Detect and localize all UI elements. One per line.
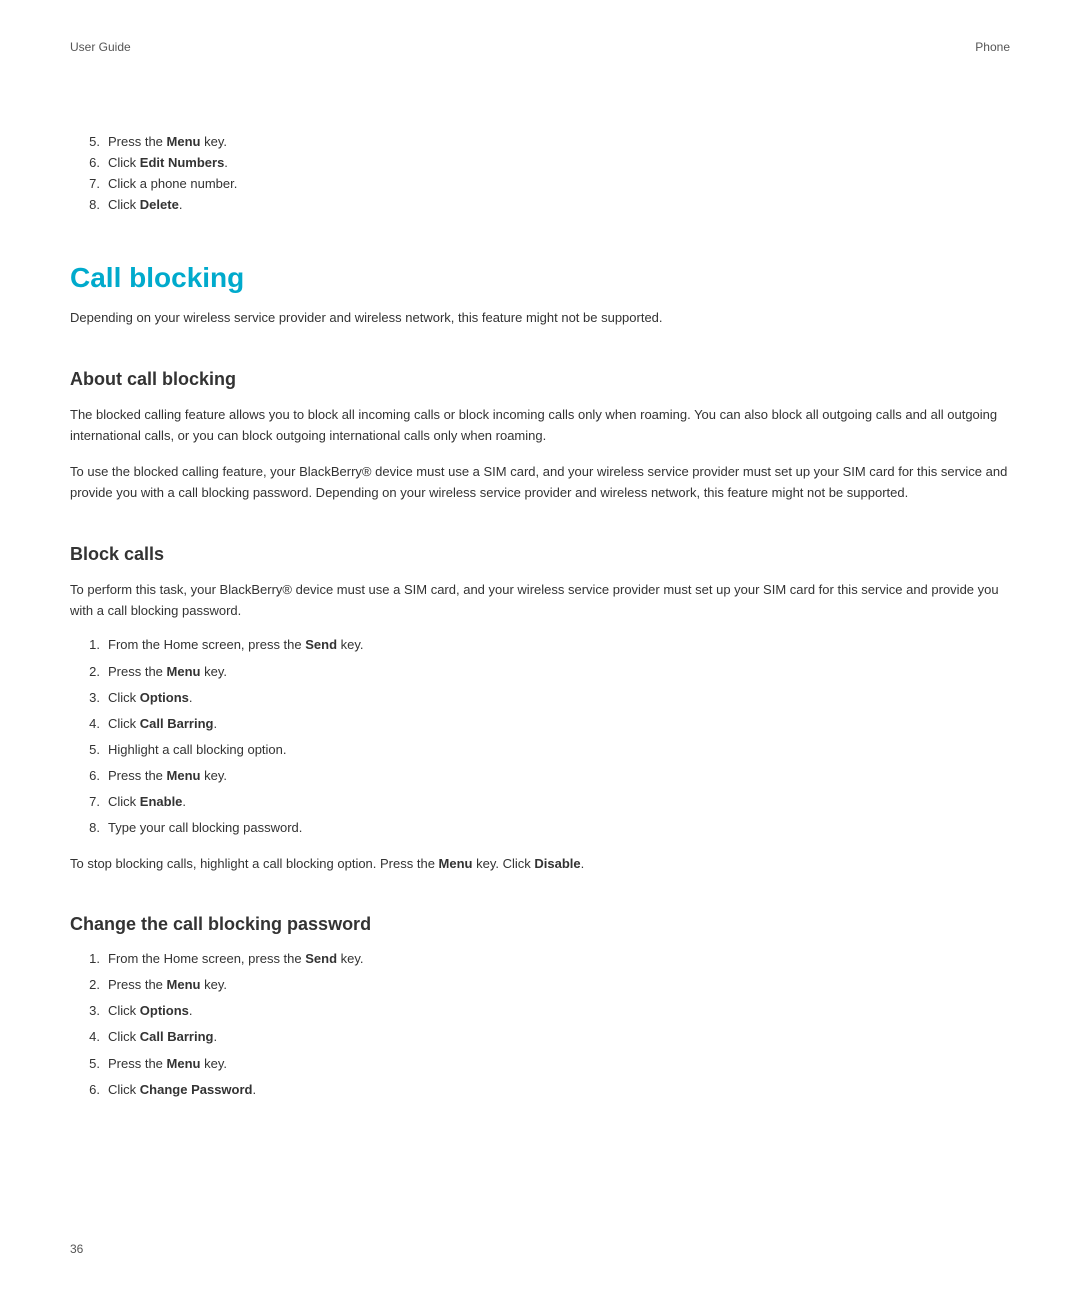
- step-number: 3.: [70, 1001, 100, 1021]
- step-number: 5.: [70, 134, 100, 149]
- subsection-title: About call blocking: [70, 369, 1010, 390]
- sections-container: About call blocking The blocked calling f…: [70, 369, 1010, 1100]
- footer-page-number: 36: [70, 1242, 83, 1256]
- step-number: 2.: [70, 662, 100, 682]
- step-item: 6. Click Change Password.: [70, 1080, 1010, 1100]
- header-right-label: Phone: [975, 40, 1010, 54]
- step-content: Click Edit Numbers.: [108, 155, 228, 170]
- step-content: Click Options.: [108, 688, 1010, 708]
- intro-step-item: 8. Click Delete.: [70, 197, 1010, 212]
- step-number: 7.: [70, 792, 100, 812]
- step-item: 2. Press the Menu key.: [70, 975, 1010, 995]
- section-block-calls: Block calls To perform this task, your Bl…: [70, 544, 1010, 874]
- step-item: 1. From the Home screen, press the Send k…: [70, 949, 1010, 969]
- step-content: From the Home screen, press the Send key…: [108, 635, 1010, 655]
- step-content: Click Options.: [108, 1001, 1010, 1021]
- step-number: 4.: [70, 714, 100, 734]
- step-item: 7. Click Enable.: [70, 792, 1010, 812]
- section-note: To stop blocking calls, highlight a call…: [70, 853, 1010, 874]
- step-number: 2.: [70, 975, 100, 995]
- step-number: 5.: [70, 740, 100, 760]
- step-number: 4.: [70, 1027, 100, 1047]
- main-subtitle: Depending on your wireless service provi…: [70, 308, 1010, 329]
- step-content: Type your call blocking password.: [108, 818, 1010, 838]
- step-content: Press the Menu key.: [108, 766, 1010, 786]
- subsection-title: Block calls: [70, 544, 1010, 565]
- step-number: 6.: [70, 155, 100, 170]
- body-paragraph: To use the blocked calling feature, your…: [70, 461, 1010, 504]
- step-number: 1.: [70, 635, 100, 655]
- step-number: 6.: [70, 766, 100, 786]
- step-content: Click Change Password.: [108, 1080, 1010, 1100]
- page: User Guide Phone 5.Press the Menu key.6.…: [0, 0, 1080, 1296]
- body-paragraph: The blocked calling feature allows you t…: [70, 404, 1010, 447]
- step-number: 1.: [70, 949, 100, 969]
- step-item: 4. Click Call Barring.: [70, 714, 1010, 734]
- header-left-label: User Guide: [70, 40, 131, 54]
- body-paragraph: To perform this task, your BlackBerry® d…: [70, 579, 1010, 622]
- step-item: 5. Press the Menu key.: [70, 1054, 1010, 1074]
- step-content: Click Enable.: [108, 792, 1010, 812]
- step-item: 3. Click Options.: [70, 1001, 1010, 1021]
- step-item: 5. Highlight a call blocking option.: [70, 740, 1010, 760]
- step-content: Click a phone number.: [108, 176, 237, 191]
- steps-list: 1. From the Home screen, press the Send k…: [70, 635, 1010, 838]
- step-item: 1. From the Home screen, press the Send k…: [70, 635, 1010, 655]
- step-content: Click Call Barring.: [108, 1027, 1010, 1047]
- subsection-title: Change the call blocking password: [70, 914, 1010, 935]
- step-item: 2. Press the Menu key.: [70, 662, 1010, 682]
- step-number: 3.: [70, 688, 100, 708]
- step-number: 8.: [70, 197, 100, 212]
- step-content: Click Delete.: [108, 197, 182, 212]
- step-number: 7.: [70, 176, 100, 191]
- step-number: 6.: [70, 1080, 100, 1100]
- step-content: Press the Menu key.: [108, 975, 1010, 995]
- step-item: 6. Press the Menu key.: [70, 766, 1010, 786]
- step-number: 8.: [70, 818, 100, 838]
- step-number: 5.: [70, 1054, 100, 1074]
- section-change-password: Change the call blocking password 1. From …: [70, 914, 1010, 1100]
- step-item: 3. Click Options.: [70, 688, 1010, 708]
- step-content: Press the Menu key.: [108, 1054, 1010, 1074]
- step-content: Highlight a call blocking option.: [108, 740, 1010, 760]
- page-header: User Guide Phone: [70, 40, 1010, 54]
- intro-step-item: 6. Click Edit Numbers.: [70, 155, 1010, 170]
- section-call-blocking: Call blocking Depending on your wireless…: [70, 262, 1010, 329]
- intro-step-item: 5. Press the Menu key.: [70, 134, 1010, 149]
- intro-step-item: 7. Click a phone number.: [70, 176, 1010, 191]
- main-title: Call blocking: [70, 262, 1010, 294]
- steps-list: 1. From the Home screen, press the Send k…: [70, 949, 1010, 1100]
- step-content: Press the Menu key.: [108, 134, 227, 149]
- step-content: Click Call Barring.: [108, 714, 1010, 734]
- step-item: 4. Click Call Barring.: [70, 1027, 1010, 1047]
- step-content: Press the Menu key.: [108, 662, 1010, 682]
- step-content: From the Home screen, press the Send key…: [108, 949, 1010, 969]
- section-about-call-blocking: About call blocking The blocked calling f…: [70, 369, 1010, 504]
- step-item: 8. Type your call blocking password.: [70, 818, 1010, 838]
- intro-steps-list: 5. Press the Menu key. 6. Click Edit Number…: [70, 134, 1010, 212]
